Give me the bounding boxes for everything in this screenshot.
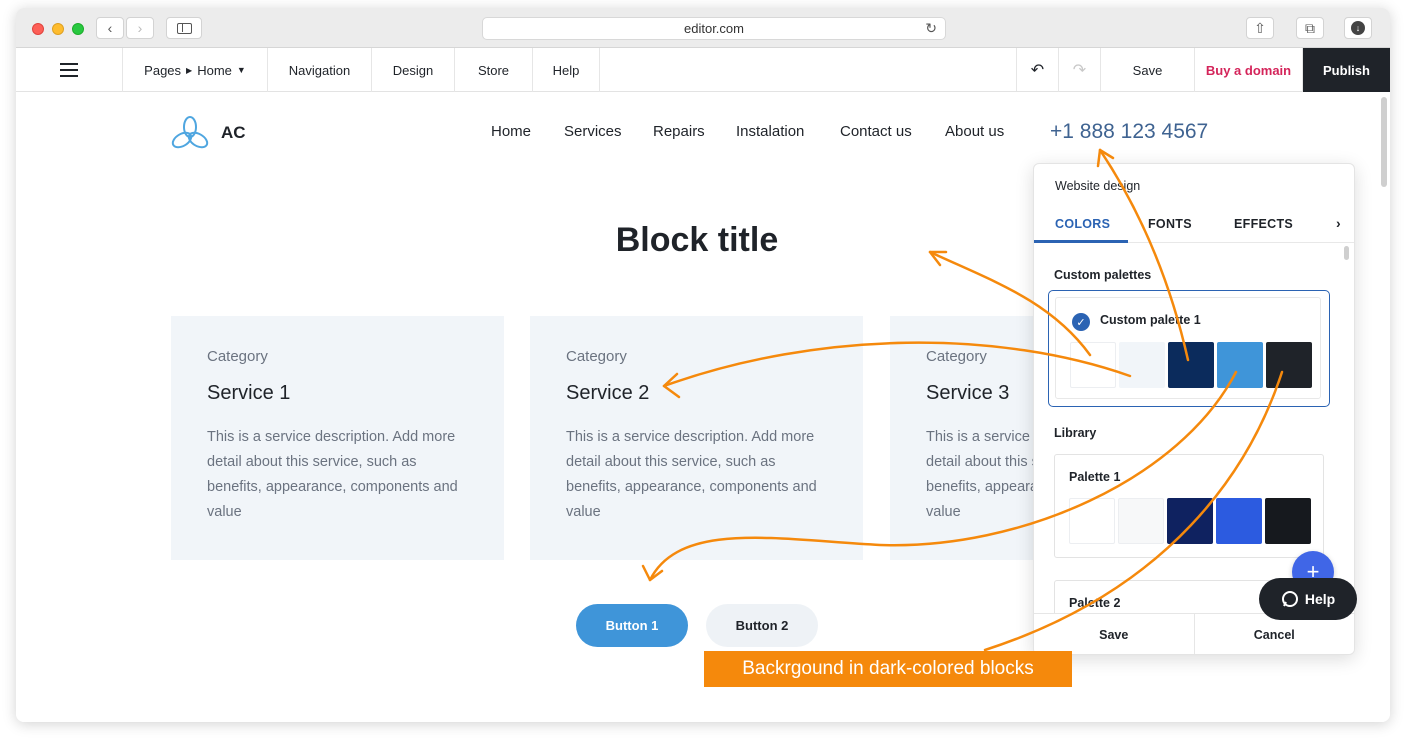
- panel-title: Website design: [1055, 179, 1141, 193]
- tab-effects[interactable]: EFFECTS: [1234, 217, 1293, 231]
- editor-toolbar: Pages ▶ Home ▼ Navigation Design Store H…: [16, 48, 1390, 92]
- panel-save-button[interactable]: Save: [1034, 614, 1195, 654]
- service-card[interactable]: Category Service 2 This is a service des…: [530, 316, 863, 560]
- caret-right-icon: ▶: [186, 65, 193, 75]
- design-tab[interactable]: Design: [372, 48, 455, 92]
- phone-number[interactable]: +1 888 123 4567: [1050, 120, 1208, 144]
- block-title[interactable]: Block title: [556, 221, 838, 260]
- help-button-label: Help: [1304, 591, 1336, 607]
- panel-scrollbar[interactable]: [1344, 246, 1349, 260]
- tab-fonts[interactable]: FONTS: [1148, 217, 1192, 231]
- swatch-1[interactable]: [1069, 498, 1115, 544]
- undo-icon: ↶: [1030, 62, 1045, 79]
- toolbar-spacer: [600, 48, 1017, 91]
- library-palette-card[interactable]: Palette 1: [1054, 454, 1324, 558]
- undo-button[interactable]: ↶: [1017, 48, 1059, 92]
- zoom-window-button[interactable]: [72, 23, 84, 35]
- active-tab-indicator: [1034, 240, 1128, 243]
- redo-button[interactable]: ↷: [1059, 48, 1101, 92]
- browser-window: ‹ › editor.com ↻ ⇧ ⧉ ↓ Pages ▶ Home ▼ Na…: [16, 8, 1390, 722]
- tab-colors[interactable]: COLORS: [1055, 217, 1110, 231]
- swatch-5[interactable]: [1265, 498, 1311, 544]
- card-description: This is a service description. Add more …: [926, 429, 1035, 520]
- reload-icon[interactable]: ↻: [925, 20, 937, 37]
- browser-titlebar: ‹ › editor.com ↻ ⇧ ⧉ ↓: [16, 8, 1390, 48]
- sidebar-icon: [176, 22, 192, 34]
- swatch-2[interactable]: [1118, 498, 1164, 544]
- share-icon: ⇧: [1254, 19, 1266, 36]
- minimize-window-button[interactable]: [52, 23, 64, 35]
- swatch-3[interactable]: [1167, 498, 1213, 544]
- sidebar-toggle-button[interactable]: [166, 17, 202, 39]
- panel-cancel-button[interactable]: Cancel: [1195, 614, 1355, 654]
- card-description: This is a service description. Add more …: [566, 429, 817, 520]
- chevron-right-icon: ›: [1336, 215, 1341, 231]
- swatch-1[interactable]: [1070, 342, 1116, 388]
- button-1[interactable]: Button 1: [576, 604, 688, 647]
- nav-link-instalation[interactable]: Instalation: [736, 123, 804, 140]
- library-palette-name: Palette 2: [1069, 596, 1121, 610]
- library-palette-name: Palette 1: [1069, 470, 1121, 484]
- page-scrollbar[interactable]: [1381, 97, 1387, 187]
- tabs-button[interactable]: ⧉: [1296, 17, 1324, 39]
- hamburger-icon: [60, 63, 78, 77]
- help-chat-button[interactable]: Help: [1259, 578, 1357, 620]
- buy-domain-button[interactable]: Buy a domain: [1195, 48, 1303, 92]
- tabs-next-button[interactable]: ›: [1336, 215, 1341, 231]
- chevron-right-icon: ›: [137, 20, 143, 36]
- downloads-button[interactable]: ↓: [1344, 17, 1372, 39]
- forward-button[interactable]: ›: [126, 17, 154, 39]
- save-button[interactable]: Save: [1101, 48, 1195, 92]
- custom-palettes-label: Custom palettes: [1054, 268, 1152, 282]
- logo-text[interactable]: AC: [221, 123, 246, 143]
- close-window-button[interactable]: [32, 23, 44, 35]
- navigation-tab[interactable]: Navigation: [268, 48, 372, 92]
- swatch-5[interactable]: [1266, 342, 1312, 388]
- service-card[interactable]: Category Service 1 This is a service des…: [171, 316, 504, 560]
- url-text: editor.com: [684, 21, 744, 36]
- card-category: Category: [926, 348, 987, 365]
- tabs-icon: ⧉: [1305, 19, 1315, 36]
- pages-label: Pages: [144, 62, 182, 78]
- address-bar[interactable]: editor.com ↻: [482, 17, 946, 40]
- swatch-3[interactable]: [1168, 342, 1214, 388]
- card-description: This is a service description. Add more …: [207, 429, 458, 520]
- redo-icon: ↷: [1072, 62, 1087, 79]
- caret-down-icon: ▼: [236, 65, 246, 75]
- annotation-label: Backrgound in dark-colored blocks: [704, 651, 1072, 687]
- chat-bubble-icon: [1281, 591, 1298, 607]
- custom-palette-name: Custom palette 1: [1100, 313, 1201, 327]
- nav-link-repairs[interactable]: Repairs: [653, 123, 705, 140]
- swatch-4[interactable]: [1216, 498, 1262, 544]
- button-2[interactable]: Button 2: [706, 604, 818, 647]
- logo-icon: [171, 116, 209, 149]
- swatch-2[interactable]: [1119, 342, 1165, 388]
- card-title: Service 1: [207, 382, 291, 404]
- card-title: Service 3: [926, 382, 1010, 404]
- card-category: Category: [207, 348, 268, 365]
- swatch-4[interactable]: [1217, 342, 1263, 388]
- library-label: Library: [1054, 426, 1097, 440]
- card-title: Service 2: [566, 382, 650, 404]
- check-icon: ✓: [1072, 313, 1090, 331]
- card-category: Category: [566, 348, 627, 365]
- chevron-left-icon: ‹: [107, 20, 113, 36]
- back-button[interactable]: ‹: [96, 17, 124, 39]
- nav-link-home[interactable]: Home: [491, 123, 531, 140]
- menu-button[interactable]: [16, 48, 123, 92]
- current-page-label: Home: [197, 62, 232, 78]
- nav-link-contact-us[interactable]: Contact us: [840, 123, 912, 140]
- service-card[interactable]: Category Service 3 This is a service des…: [890, 316, 1035, 560]
- help-tab[interactable]: Help: [533, 48, 600, 92]
- custom-palette-inner: ✓ Custom palette 1: [1055, 297, 1321, 399]
- share-button[interactable]: ⇧: [1246, 17, 1274, 39]
- store-tab[interactable]: Store: [455, 48, 533, 92]
- custom-palette-card[interactable]: ✓ Custom palette 1: [1048, 290, 1330, 407]
- pages-dropdown[interactable]: Pages ▶ Home ▼: [123, 48, 268, 92]
- publish-button[interactable]: Publish: [1303, 48, 1390, 92]
- nav-link-about-us[interactable]: About us: [945, 123, 1004, 140]
- download-icon: ↓: [1351, 21, 1365, 35]
- nav-link-services[interactable]: Services: [564, 123, 622, 140]
